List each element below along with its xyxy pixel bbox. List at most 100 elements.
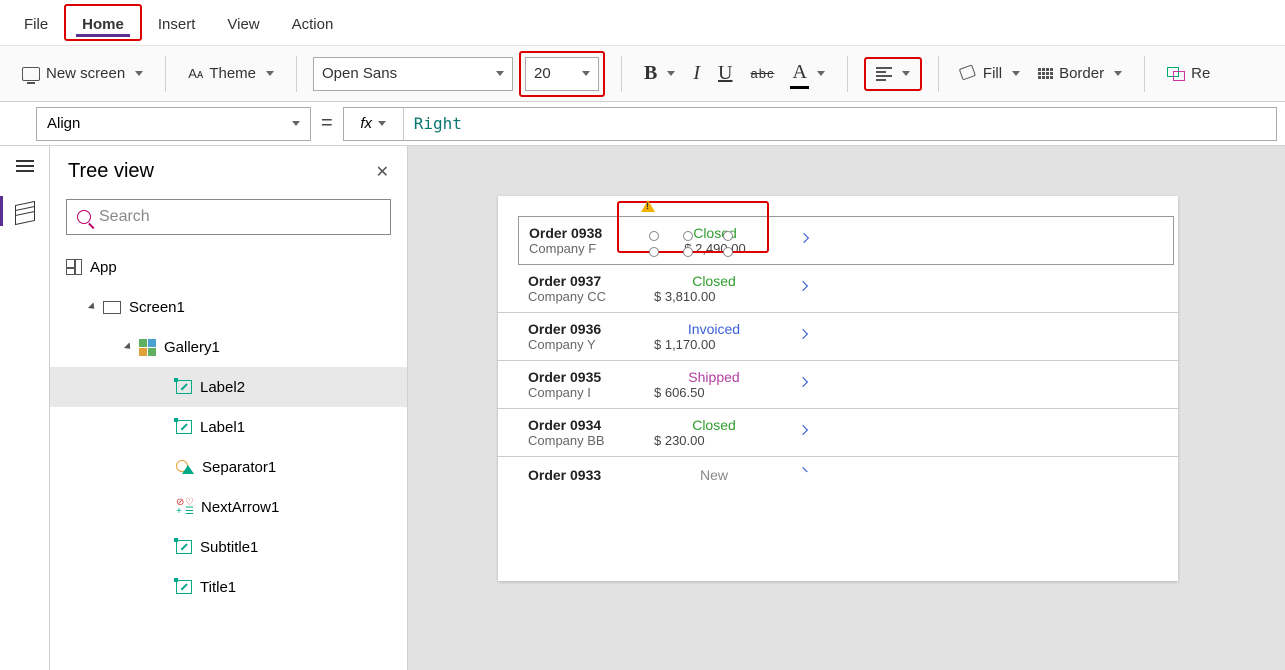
- tree-node-label1[interactable]: Label1: [50, 407, 407, 447]
- tree-view-tab[interactable]: [0, 196, 35, 226]
- tree-node-app[interactable]: App: [50, 247, 407, 287]
- price: $ 230.00: [654, 433, 774, 448]
- reorder-label: Re: [1191, 65, 1210, 82]
- fill-label: Fill: [983, 65, 1002, 82]
- new-screen-label: New screen: [46, 65, 125, 82]
- search-input[interactable]: Search: [66, 199, 391, 235]
- font-size-select[interactable]: 20: [525, 57, 599, 91]
- order-id: Order 0935: [528, 369, 648, 385]
- chevron-down-icon: [1012, 71, 1020, 76]
- border-icon: [1038, 68, 1053, 79]
- list-item[interactable]: Order 0935Company I Shipped$ 606.50: [498, 361, 1178, 409]
- chevron-down-icon: [496, 71, 504, 76]
- align-button[interactable]: [870, 63, 916, 85]
- tree-node-title1[interactable]: Title1: [50, 567, 407, 607]
- chevron-down-icon: [1114, 71, 1122, 76]
- status: Shipped: [654, 369, 774, 385]
- next-arrow[interactable]: [798, 279, 812, 298]
- underline-button[interactable]: U: [712, 58, 738, 89]
- tree-node-separator1[interactable]: Separator1: [50, 447, 407, 487]
- gallery-icon: [139, 339, 156, 356]
- menu-view[interactable]: View: [211, 6, 275, 39]
- warning-icon: [641, 200, 655, 212]
- order-id: Order 0933: [528, 467, 648, 483]
- reorder-icon: [1167, 67, 1185, 81]
- font-size-value: 20: [534, 65, 551, 82]
- tree-node-subtitle1[interactable]: Subtitle1: [50, 527, 407, 567]
- price: $ 3,810.00: [654, 289, 774, 304]
- new-screen-button[interactable]: New screen: [16, 61, 149, 86]
- expand-icon[interactable]: [124, 342, 133, 351]
- next-arrow[interactable]: [799, 231, 813, 250]
- left-rail: [0, 146, 50, 670]
- align-icon: [876, 67, 892, 81]
- chevron-down-icon: [378, 121, 386, 126]
- next-arrow[interactable]: [798, 465, 812, 484]
- tree-node-label2[interactable]: Label2: [50, 367, 407, 407]
- list-item[interactable]: Order 0936Company Y Invoiced$ 1,170.00: [498, 313, 1178, 361]
- menu-file[interactable]: File: [8, 6, 64, 39]
- order-id: Order 0937: [528, 273, 648, 289]
- theme-icon: Aᴀ: [188, 66, 203, 81]
- tree-node-nextarrow1[interactable]: ⊘♡+☰NextArrow1: [50, 487, 407, 527]
- company: Company I: [528, 385, 648, 400]
- screen-icon: [103, 301, 121, 314]
- search-icon: [77, 210, 91, 224]
- next-arrow[interactable]: [798, 423, 812, 442]
- theme-label: Theme: [209, 65, 256, 82]
- font-color-button[interactable]: A: [786, 57, 830, 91]
- border-button[interactable]: Border: [1032, 61, 1128, 86]
- label-icon: [176, 540, 192, 554]
- tree-node-screen1[interactable]: Screen1: [50, 287, 407, 327]
- price: $ 1,170.00: [654, 337, 774, 352]
- tree-node-gallery1[interactable]: Gallery1: [50, 327, 407, 367]
- menu-action[interactable]: Action: [276, 6, 350, 39]
- label-icon: [176, 380, 192, 394]
- italic-button[interactable]: I: [687, 58, 706, 89]
- font-size-highlight: 20: [519, 51, 605, 97]
- list-item[interactable]: Order 0937Company CC Closed$ 3,810.00: [498, 265, 1178, 313]
- fill-button[interactable]: Fill: [955, 61, 1026, 86]
- font-select[interactable]: Open Sans: [313, 57, 513, 91]
- list-item[interactable]: Order 0938 Company F Closed $ 2,490.00: [518, 216, 1174, 265]
- chevron-down-icon: [135, 71, 143, 76]
- company: Company Y: [528, 337, 648, 352]
- bold-button[interactable]: B: [638, 58, 681, 89]
- formula-input[interactable]: Right: [404, 114, 472, 133]
- expand-icon[interactable]: [88, 302, 97, 311]
- tree-title: Tree view: [68, 160, 154, 183]
- reorder-button[interactable]: Re: [1161, 61, 1216, 86]
- design-canvas[interactable]: Order 0938 Company F Closed $ 2,490.00: [408, 146, 1285, 670]
- chevron-down-icon: [266, 71, 274, 76]
- menu-home[interactable]: Home: [64, 4, 142, 41]
- theme-button[interactable]: Aᴀ Theme: [182, 61, 280, 86]
- next-arrow[interactable]: [798, 375, 812, 394]
- main-area: Tree view Search App Screen1 Gallery1 La…: [0, 146, 1285, 670]
- status: Closed: [654, 273, 774, 289]
- menu-insert[interactable]: Insert: [142, 6, 212, 39]
- next-arrow[interactable]: [798, 327, 812, 346]
- strikethrough-icon: abc: [750, 66, 774, 81]
- label-icon: [176, 580, 192, 594]
- label-icon: [176, 420, 192, 434]
- strike-button[interactable]: abc: [744, 62, 780, 85]
- property-select[interactable]: Align: [36, 107, 311, 141]
- company: Company BB: [528, 433, 648, 448]
- list-item[interactable]: Order 0933 New: [498, 457, 1178, 492]
- close-icon[interactable]: [376, 162, 389, 182]
- hamburger-icon[interactable]: [16, 160, 34, 172]
- align-highlight: [864, 57, 922, 91]
- status: New: [654, 467, 774, 483]
- border-label: Border: [1059, 65, 1104, 82]
- arrow-icon: ⊘♡+☰: [176, 499, 193, 516]
- property-value: Align: [47, 115, 80, 132]
- app-screen[interactable]: Order 0938 Company F Closed $ 2,490.00: [498, 196, 1178, 581]
- formula-input-wrap: fx Right: [343, 107, 1277, 141]
- status: Invoiced: [654, 321, 774, 337]
- search-placeholder: Search: [99, 208, 150, 226]
- screen-icon: [22, 67, 40, 81]
- font-color-icon: A: [792, 61, 806, 87]
- list-item[interactable]: Order 0934Company BB Closed$ 230.00: [498, 409, 1178, 457]
- chevron-down-icon: [667, 71, 675, 76]
- fx-button[interactable]: fx: [344, 108, 404, 140]
